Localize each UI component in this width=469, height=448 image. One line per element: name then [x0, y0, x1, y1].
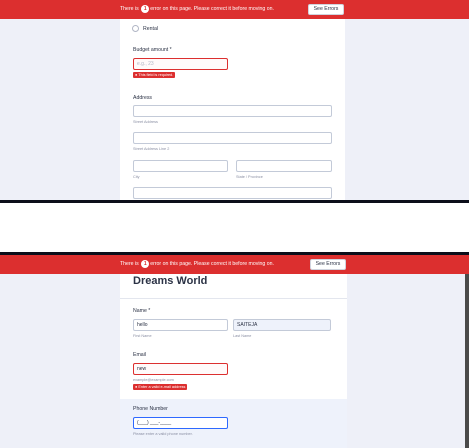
- email-sublabel: example@example.com: [133, 378, 174, 382]
- email-error-text: Enter a valid e-mail address: [138, 385, 186, 389]
- street-address-input[interactable]: [133, 105, 332, 117]
- first-name-sublabel: First Name: [133, 334, 152, 338]
- last-name-sublabel: Last Name: [233, 334, 252, 338]
- title-divider: [120, 298, 347, 299]
- screenshot-top: Rental Budget amount * e.g., 23 ● This f…: [0, 0, 469, 203]
- budget-amount-label: Budget amount *: [133, 47, 172, 53]
- email-input[interactable]: new: [133, 363, 228, 375]
- error-icon: ●: [135, 385, 138, 389]
- budget-amount-input[interactable]: e.g., 23: [133, 58, 228, 70]
- error-suffix: error on this page. Please correct it be…: [150, 6, 274, 12]
- error-count-badge: 1: [141, 260, 150, 268]
- screenshot-bottom: Dreams World Name * hello SAITEJA First …: [0, 252, 469, 448]
- see-errors-button[interactable]: See Errors: [308, 4, 344, 15]
- email-label: Email: [133, 352, 146, 358]
- error-icon: ●: [135, 73, 138, 77]
- error-count-badge: 1: [141, 5, 150, 13]
- street-address-sublabel: Street Address: [133, 120, 158, 124]
- error-banner: There is 1 error on this page. Please cor…: [0, 255, 469, 274]
- state-input[interactable]: [236, 160, 332, 172]
- street-address-2-input[interactable]: [133, 132, 332, 144]
- phone-number-label: Phone Number: [133, 406, 168, 412]
- name-label: Name *: [133, 308, 151, 314]
- budget-error-text: This field is required.: [138, 73, 174, 77]
- last-name-input[interactable]: SAITEJA: [233, 319, 331, 331]
- error-suffix: error on this page. Please correct it be…: [150, 261, 274, 267]
- state-sublabel: State / Province: [236, 175, 263, 179]
- phone-number-sublabel: Please enter a valid phone number.: [133, 432, 193, 436]
- form-title: Dreams World: [133, 275, 208, 287]
- error-banner: There is 1 error on this page. Please cor…: [0, 0, 469, 19]
- phone-number-value: (___) ___-____: [137, 420, 172, 426]
- error-prefix: There is: [120, 261, 139, 267]
- budget-amount-placeholder: e.g., 23: [137, 61, 154, 67]
- street-address-2-sublabel: Street Address Line 2: [133, 147, 170, 151]
- city-sublabel: City: [133, 175, 140, 179]
- form-card: Rental Budget amount * e.g., 23 ● This f…: [120, 19, 345, 200]
- rental-radio-label: Rental: [143, 26, 158, 32]
- email-error-message: ● Enter a valid e-mail address: [133, 384, 188, 390]
- email-value: new: [137, 366, 147, 372]
- last-name-value: SAITEJA: [237, 322, 258, 328]
- rental-radio[interactable]: [132, 25, 139, 32]
- form-card: Dreams World Name * hello SAITEJA First …: [120, 272, 347, 448]
- error-banner-message: There is 1 error on this page. Please cor…: [120, 260, 274, 268]
- scrollbar[interactable]: [465, 255, 469, 448]
- first-name-value: hello: [137, 322, 148, 328]
- budget-error-message: ● This field is required.: [133, 72, 176, 78]
- city-input[interactable]: [133, 160, 228, 172]
- first-name-input[interactable]: hello: [133, 319, 228, 331]
- error-banner-message: There is 1 error on this page. Please cor…: [120, 5, 274, 13]
- address-label: Address: [133, 95, 153, 101]
- phone-number-input[interactable]: (___) ___-____: [133, 417, 228, 429]
- see-errors-button[interactable]: See Errors: [310, 259, 346, 270]
- postal-code-input[interactable]: [133, 187, 332, 199]
- error-prefix: There is: [120, 6, 139, 12]
